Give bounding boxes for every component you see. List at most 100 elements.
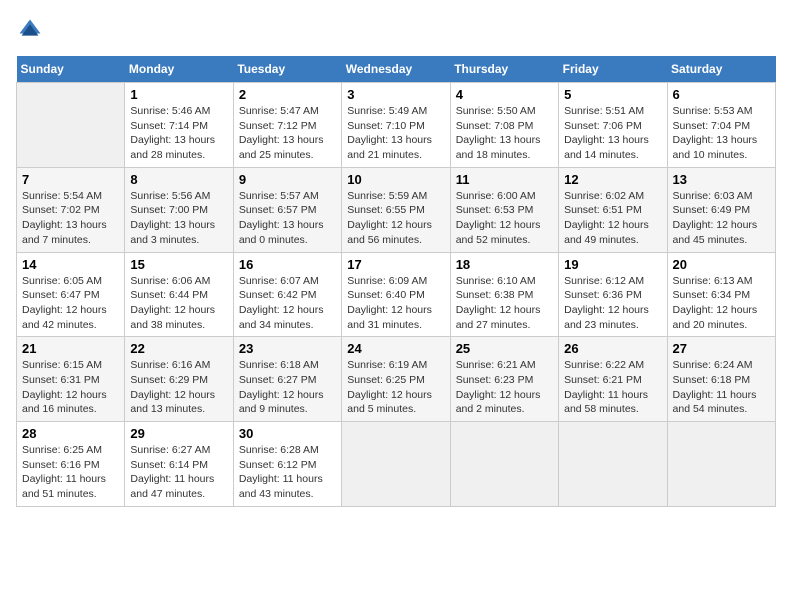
day-cell: 4 Sunrise: 5:50 AMSunset: 7:08 PMDaylight…	[450, 83, 558, 168]
day-number: 11	[456, 172, 553, 187]
week-row-5: 28Sunrise: 6:25 AMSunset: 6:16 PMDayligh…	[17, 422, 776, 507]
day-number: 2	[239, 87, 336, 102]
day-info: Sunrise: 6:22 AMSunset: 6:21 PMDaylight:…	[564, 358, 661, 417]
day-info: Sunrise: 5:49 AMSunset: 7:10 PMDaylight:…	[347, 104, 444, 163]
day-number: 5	[564, 87, 661, 102]
day-number: 18	[456, 257, 553, 272]
day-info: Sunrise: 5:54 AMSunset: 7:02 PMDaylight:…	[22, 189, 119, 248]
day-info: Sunrise: 5:50 AMSunset: 7:08 PMDaylight:…	[456, 104, 553, 163]
day-cell	[342, 422, 450, 507]
day-cell: 6Sunrise: 5:53 AMSunset: 7:04 PMDaylight…	[667, 83, 775, 168]
day-info: Sunrise: 6:19 AMSunset: 6:25 PMDaylight:…	[347, 358, 444, 417]
day-cell: 20Sunrise: 6:13 AMSunset: 6:34 PMDayligh…	[667, 252, 775, 337]
day-cell: 24 Sunrise: 6:19 AMSunset: 6:25 PMDayligh…	[342, 337, 450, 422]
day-info: Sunrise: 6:28 AMSunset: 6:12 PMDaylight:…	[239, 443, 336, 502]
day-cell: 1 Sunrise: 5:46 AMSunset: 7:14 PMDaylight…	[125, 83, 233, 168]
day-number: 26	[564, 341, 661, 356]
day-info: Sunrise: 6:24 AMSunset: 6:18 PMDaylight:…	[673, 358, 770, 417]
day-cell: 23Sunrise: 6:18 AMSunset: 6:27 PMDayligh…	[233, 337, 341, 422]
day-number: 13	[673, 172, 770, 187]
day-cell: 26 Sunrise: 6:22 AMSunset: 6:21 PMDayligh…	[559, 337, 667, 422]
day-info: Sunrise: 5:53 AMSunset: 7:04 PMDaylight:…	[673, 104, 770, 163]
day-info: Sunrise: 5:46 AMSunset: 7:14 PMDaylight:…	[130, 104, 227, 163]
day-number: 12	[564, 172, 661, 187]
day-cell: 13 Sunrise: 6:03 AMSunset: 6:49 PMDayligh…	[667, 167, 775, 252]
day-info: Sunrise: 5:59 AMSunset: 6:55 PMDaylight:…	[347, 189, 444, 248]
day-info: Sunrise: 5:57 AMSunset: 6:57 PMDaylight:…	[239, 189, 336, 248]
day-number: 9	[239, 172, 336, 187]
day-info: Sunrise: 6:16 AMSunset: 6:29 PMDaylight:…	[130, 358, 227, 417]
day-cell	[667, 422, 775, 507]
day-number: 19	[564, 257, 661, 272]
day-number: 15	[130, 257, 227, 272]
day-cell	[17, 83, 125, 168]
day-info: Sunrise: 6:25 AMSunset: 6:16 PMDaylight:…	[22, 443, 119, 502]
day-info: Sunrise: 6:02 AMSunset: 6:51 PMDaylight:…	[564, 189, 661, 248]
calendar-body: 1 Sunrise: 5:46 AMSunset: 7:14 PMDaylight…	[17, 83, 776, 507]
day-number: 7	[22, 172, 119, 187]
day-cell: 25Sunrise: 6:21 AMSunset: 6:23 PMDayligh…	[450, 337, 558, 422]
day-info: Sunrise: 6:12 AMSunset: 6:36 PMDaylight:…	[564, 274, 661, 333]
day-number: 1	[130, 87, 227, 102]
day-info: Sunrise: 6:21 AMSunset: 6:23 PMDaylight:…	[456, 358, 553, 417]
day-cell	[450, 422, 558, 507]
header-cell-friday: Friday	[559, 56, 667, 83]
day-cell: 12 Sunrise: 6:02 AMSunset: 6:51 PMDayligh…	[559, 167, 667, 252]
day-cell: 28Sunrise: 6:25 AMSunset: 6:16 PMDayligh…	[17, 422, 125, 507]
header-cell-monday: Monday	[125, 56, 233, 83]
day-number: 4	[456, 87, 553, 102]
day-number: 17	[347, 257, 444, 272]
day-cell: 11Sunrise: 6:00 AMSunset: 6:53 PMDayligh…	[450, 167, 558, 252]
header-cell-wednesday: Wednesday	[342, 56, 450, 83]
day-number: 29	[130, 426, 227, 441]
day-cell: 9 Sunrise: 5:57 AMSunset: 6:57 PMDaylight…	[233, 167, 341, 252]
day-info: Sunrise: 6:27 AMSunset: 6:14 PMDaylight:…	[130, 443, 227, 502]
day-cell: 27 Sunrise: 6:24 AMSunset: 6:18 PMDayligh…	[667, 337, 775, 422]
day-info: Sunrise: 5:47 AMSunset: 7:12 PMDaylight:…	[239, 104, 336, 163]
day-cell: 8 Sunrise: 5:56 AMSunset: 7:00 PMDaylight…	[125, 167, 233, 252]
day-number: 3	[347, 87, 444, 102]
day-number: 8	[130, 172, 227, 187]
day-cell: 16 Sunrise: 6:07 AMSunset: 6:42 PMDayligh…	[233, 252, 341, 337]
day-cell: 29 Sunrise: 6:27 AMSunset: 6:14 PMDayligh…	[125, 422, 233, 507]
logo-icon	[16, 16, 44, 44]
day-cell: 30Sunrise: 6:28 AMSunset: 6:12 PMDayligh…	[233, 422, 341, 507]
day-info: Sunrise: 6:03 AMSunset: 6:49 PMDaylight:…	[673, 189, 770, 248]
day-number: 27	[673, 341, 770, 356]
page-header	[16, 16, 776, 44]
header-cell-sunday: Sunday	[17, 56, 125, 83]
day-cell: 17 Sunrise: 6:09 AMSunset: 6:40 PMDayligh…	[342, 252, 450, 337]
calendar-table: SundayMondayTuesdayWednesdayThursdayFrid…	[16, 56, 776, 507]
day-info: Sunrise: 6:09 AMSunset: 6:40 PMDaylight:…	[347, 274, 444, 333]
day-number: 24	[347, 341, 444, 356]
day-cell: 21 Sunrise: 6:15 AMSunset: 6:31 PMDayligh…	[17, 337, 125, 422]
week-row-1: 1 Sunrise: 5:46 AMSunset: 7:14 PMDaylight…	[17, 83, 776, 168]
day-cell: 15 Sunrise: 6:06 AMSunset: 6:44 PMDayligh…	[125, 252, 233, 337]
header-cell-tuesday: Tuesday	[233, 56, 341, 83]
day-cell: 10 Sunrise: 5:59 AMSunset: 6:55 PMDayligh…	[342, 167, 450, 252]
day-info: Sunrise: 6:15 AMSunset: 6:31 PMDaylight:…	[22, 358, 119, 417]
day-cell: 14Sunrise: 6:05 AMSunset: 6:47 PMDayligh…	[17, 252, 125, 337]
calendar-header: SundayMondayTuesdayWednesdayThursdayFrid…	[17, 56, 776, 83]
day-info: Sunrise: 6:13 AMSunset: 6:34 PMDaylight:…	[673, 274, 770, 333]
day-number: 16	[239, 257, 336, 272]
day-cell: 2 Sunrise: 5:47 AMSunset: 7:12 PMDaylight…	[233, 83, 341, 168]
day-number: 22	[130, 341, 227, 356]
day-cell: 18 Sunrise: 6:10 AMSunset: 6:38 PMDayligh…	[450, 252, 558, 337]
day-info: Sunrise: 5:56 AMSunset: 7:00 PMDaylight:…	[130, 189, 227, 248]
header-cell-saturday: Saturday	[667, 56, 775, 83]
day-info: Sunrise: 6:06 AMSunset: 6:44 PMDaylight:…	[130, 274, 227, 333]
day-number: 21	[22, 341, 119, 356]
day-cell: 7 Sunrise: 5:54 AMSunset: 7:02 PMDaylight…	[17, 167, 125, 252]
day-info: Sunrise: 6:18 AMSunset: 6:27 PMDaylight:…	[239, 358, 336, 417]
day-cell: 22 Sunrise: 6:16 AMSunset: 6:29 PMDayligh…	[125, 337, 233, 422]
header-row: SundayMondayTuesdayWednesdayThursdayFrid…	[17, 56, 776, 83]
logo	[16, 16, 48, 44]
day-info: Sunrise: 6:07 AMSunset: 6:42 PMDaylight:…	[239, 274, 336, 333]
week-row-3: 14Sunrise: 6:05 AMSunset: 6:47 PMDayligh…	[17, 252, 776, 337]
week-row-2: 7 Sunrise: 5:54 AMSunset: 7:02 PMDaylight…	[17, 167, 776, 252]
day-info: Sunrise: 6:10 AMSunset: 6:38 PMDaylight:…	[456, 274, 553, 333]
header-cell-thursday: Thursday	[450, 56, 558, 83]
day-info: Sunrise: 6:05 AMSunset: 6:47 PMDaylight:…	[22, 274, 119, 333]
day-number: 10	[347, 172, 444, 187]
